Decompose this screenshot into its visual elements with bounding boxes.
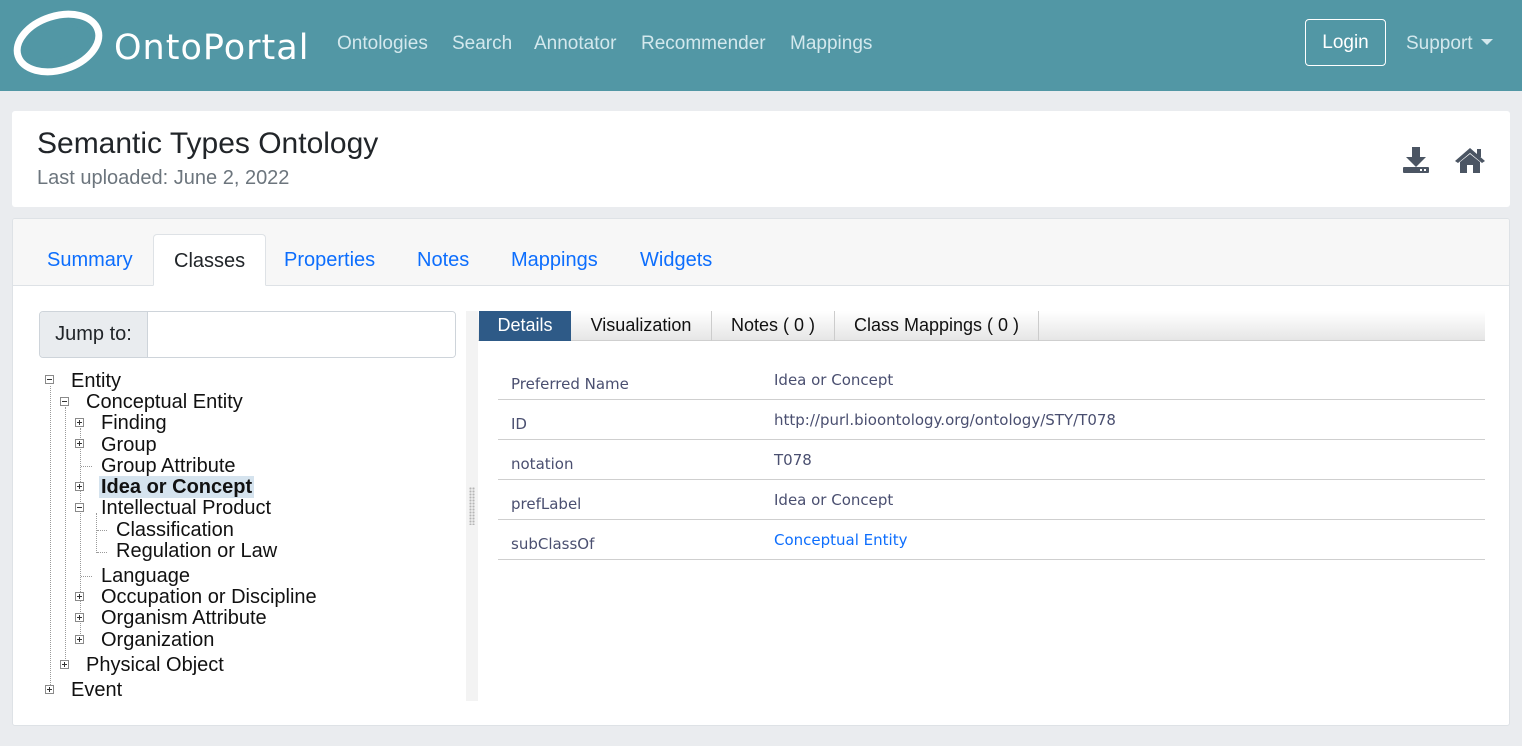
collapse-icon[interactable] (75, 503, 84, 512)
tree-node-idea-or-concept[interactable]: Idea or Concept (99, 476, 255, 498)
tab-widgets[interactable]: Widgets (640, 249, 712, 272)
drag-handle-icon (469, 487, 475, 525)
tab-visualization[interactable]: Visualization (571, 311, 712, 341)
tree-node-physical-object[interactable]: Physical Object (86, 654, 224, 676)
classes-panel: Summary Classes Properties Notes Mapping… (12, 218, 1510, 726)
class-detail-tabs: Details Visualization Notes ( 0 ) Class … (478, 311, 1485, 341)
login-button[interactable]: Login (1305, 19, 1386, 66)
ontology-tabs: Summary Classes Properties Notes Mapping… (13, 219, 1509, 286)
detail-key: notation (511, 455, 574, 473)
pane-splitter[interactable] (466, 311, 478, 701)
tree-node-occupation-or-discipline[interactable]: Occupation or Discipline (101, 586, 317, 608)
jump-to-input[interactable] (148, 312, 455, 357)
expand-icon[interactable] (75, 418, 84, 427)
subclassof-link[interactable]: Conceptual Entity (774, 531, 907, 549)
nav-recommender[interactable]: Recommender (641, 33, 766, 55)
nav-ontologies[interactable]: Ontologies (337, 33, 428, 55)
tree-node-entity[interactable]: Entity (71, 370, 121, 392)
detail-value: Idea or Concept (774, 371, 894, 389)
page-title: Semantic Types Ontology (37, 127, 379, 160)
tree-node-event[interactable]: Event (71, 679, 122, 701)
tree-node-regulation-or-law[interactable]: Regulation or Law (116, 540, 277, 562)
detail-row-id: ID http://purl.bioontology.org/ontology/… (498, 400, 1485, 440)
tree-node-group[interactable]: Group (101, 434, 157, 456)
detail-key: Preferred Name (511, 375, 629, 393)
ontology-header: Semantic Types Ontology Last uploaded: J… (12, 111, 1510, 207)
tree-connector (81, 576, 92, 577)
tab-class-notes[interactable]: Notes ( 0 ) (712, 311, 835, 341)
detail-row-notation: notation T078 (498, 440, 1485, 480)
tree-connector (81, 466, 92, 467)
tab-mappings[interactable]: Mappings (511, 249, 598, 272)
tab-details[interactable]: Details (479, 311, 571, 341)
tab-notes[interactable]: Notes (417, 249, 469, 272)
jump-to-group: Jump to: (39, 311, 456, 358)
detail-value: Idea or Concept (774, 491, 894, 509)
detail-value: http://purl.bioontology.org/ontology/STY… (774, 411, 1116, 429)
expand-icon[interactable] (75, 439, 84, 448)
tree-node-language[interactable]: Language (101, 565, 190, 587)
tab-classes[interactable]: Classes (153, 234, 267, 286)
tree-node-organism-attribute[interactable]: Organism Attribute (101, 607, 267, 629)
tree-connector (80, 428, 81, 640)
tree-connector (97, 530, 107, 531)
caret-down-icon (1480, 39, 1493, 45)
last-uploaded: Last uploaded: June 2, 2022 (37, 167, 290, 189)
tree-node-conceptual-entity[interactable]: Conceptual Entity (86, 391, 243, 413)
detail-key: ID (511, 415, 527, 433)
ontoportal-logo[interactable]: OntoPortal (12, 10, 312, 78)
tree-node-finding[interactable]: Finding (101, 412, 167, 434)
top-navbar: OntoPortal Ontologies Search Annotator R… (0, 0, 1522, 91)
expand-icon[interactable] (60, 660, 69, 669)
expand-icon[interactable] (75, 635, 84, 644)
tree-node-organization[interactable]: Organization (101, 629, 214, 651)
nav-annotator[interactable]: Annotator (534, 33, 616, 55)
detail-row-preferred-name: Preferred Name Idea or Concept (498, 360, 1485, 400)
home-icon[interactable] (1454, 145, 1486, 175)
expand-icon[interactable] (45, 685, 54, 694)
expand-icon[interactable] (75, 613, 84, 622)
detail-row-preflabel: prefLabel Idea or Concept (498, 480, 1485, 520)
brand-name: OntoPortal (114, 28, 310, 68)
collapse-icon[interactable] (60, 397, 69, 406)
download-icon[interactable] (1401, 145, 1431, 175)
nav-mappings[interactable]: Mappings (790, 33, 872, 55)
detail-value: T078 (774, 451, 812, 469)
detail-row-subclassof: subClassOf Conceptual Entity (498, 520, 1485, 560)
tree-connector (96, 513, 97, 553)
tree-connector (97, 552, 107, 553)
detail-key: subClassOf (511, 535, 595, 553)
tab-class-mappings[interactable]: Class Mappings ( 0 ) (835, 311, 1039, 341)
tab-properties[interactable]: Properties (284, 249, 375, 272)
expand-icon[interactable] (75, 482, 84, 491)
tab-summary[interactable]: Summary (47, 249, 133, 272)
tree-connector (65, 407, 66, 665)
support-dropdown[interactable]: Support (1406, 33, 1493, 55)
collapse-icon[interactable] (45, 375, 54, 384)
expand-icon[interactable] (75, 592, 84, 601)
tree-node-group-attribute[interactable]: Group Attribute (101, 455, 236, 477)
tree-node-classification[interactable]: Classification (116, 519, 234, 541)
detail-key: prefLabel (511, 495, 582, 513)
nav-search[interactable]: Search (452, 33, 512, 55)
jump-to-label: Jump to: (40, 312, 148, 357)
tree-connector (50, 386, 51, 691)
tree-node-intellectual-product[interactable]: Intellectual Product (101, 497, 271, 519)
support-label: Support (1406, 33, 1473, 54)
ontoportal-logo-icon (13, 10, 103, 76)
